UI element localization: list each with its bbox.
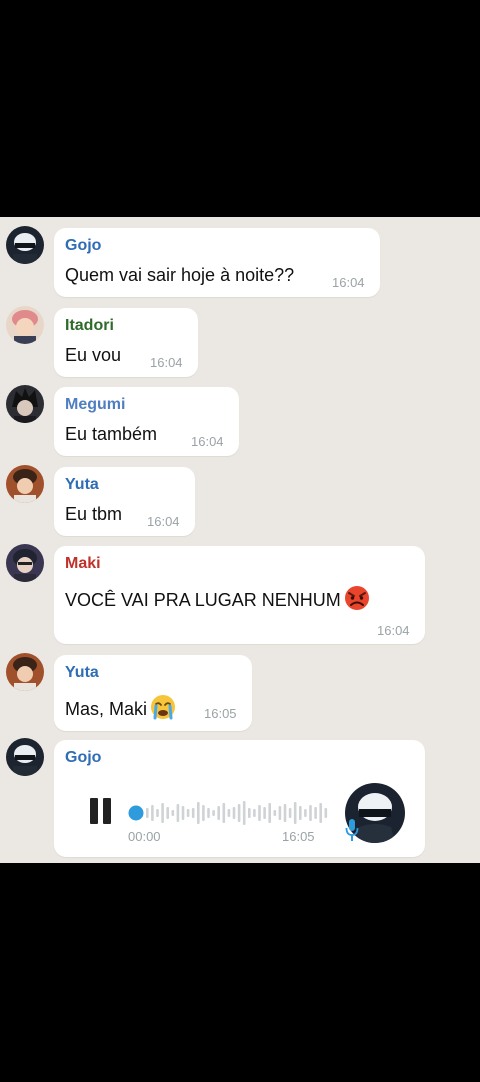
waveform-bar bbox=[268, 803, 271, 823]
microphone-icon bbox=[345, 818, 359, 847]
message-time: 16:04 bbox=[147, 514, 180, 529]
waveform-bar bbox=[171, 810, 175, 816]
message-bubble[interactable]: Maki VOCÊ VAI PRA LUGAR NENHUM 16:04 bbox=[54, 546, 425, 644]
message-bubble[interactable]: Itadori Eu vou 16:04 bbox=[54, 308, 198, 377]
waveform-bar bbox=[202, 805, 205, 821]
waveform-bar bbox=[288, 808, 292, 818]
message-text: Eu tbm bbox=[65, 504, 123, 524]
message-time: 16:05 bbox=[204, 706, 237, 721]
voice-message-bubble[interactable]: Gojo 00:00 16:05 bbox=[54, 740, 425, 857]
voice-time: 16:05 bbox=[282, 829, 315, 844]
avatar-megumi[interactable] bbox=[6, 385, 44, 423]
waveform-bar bbox=[309, 805, 312, 821]
pause-button[interactable] bbox=[90, 798, 112, 824]
sender-name: Yuta bbox=[65, 476, 99, 493]
waveform-bar bbox=[191, 808, 195, 818]
message-text: VOCÊ VAI PRA LUGAR NENHUM bbox=[65, 590, 341, 610]
voice-elapsed: 00:00 bbox=[128, 829, 161, 844]
waveform-bar bbox=[253, 809, 256, 817]
chat-area[interactable]: Gojo Quem vai sair hoje à noite?? 16:04 … bbox=[0, 217, 480, 863]
angry-face-icon bbox=[342, 585, 372, 616]
message-bubble[interactable]: Gojo Quem vai sair hoje à noite?? 16:04 bbox=[54, 228, 380, 297]
sender-name: Gojo bbox=[65, 237, 102, 254]
sender-name: Megumi bbox=[65, 396, 126, 413]
waveform-bar bbox=[151, 805, 154, 821]
message-text: Eu também bbox=[65, 424, 158, 444]
avatar-yuta[interactable] bbox=[6, 653, 44, 691]
avatar-gojo[interactable] bbox=[6, 738, 44, 776]
waveform-bar bbox=[314, 807, 317, 819]
waveform-bar bbox=[181, 806, 185, 820]
waveform-bar bbox=[222, 803, 226, 823]
waveform-bar bbox=[212, 810, 215, 816]
message-bubble[interactable]: Yuta Eu tbm 16:04 bbox=[54, 467, 195, 536]
message-time: 16:04 bbox=[332, 275, 365, 290]
waveform-bar bbox=[166, 807, 169, 819]
message-time: 16:04 bbox=[150, 355, 183, 370]
waveform-bar bbox=[197, 802, 200, 824]
waveform-bar bbox=[304, 809, 307, 817]
waveform-bar bbox=[207, 808, 210, 818]
avatar-itadori[interactable] bbox=[6, 306, 44, 344]
waveform-bar bbox=[319, 803, 322, 823]
avatar-yuta[interactable] bbox=[6, 465, 44, 503]
playback-position-dot[interactable] bbox=[128, 805, 144, 821]
waveform-bar bbox=[186, 809, 190, 817]
message-bubble[interactable]: Megumi Eu também 16:04 bbox=[54, 387, 239, 456]
waveform-bar bbox=[217, 806, 220, 820]
waveform-bar bbox=[258, 805, 261, 821]
waveform-bar bbox=[176, 804, 180, 822]
sender-name: Maki bbox=[65, 555, 101, 572]
waveform-bar bbox=[242, 801, 246, 825]
crying-face-icon bbox=[148, 694, 178, 725]
waveform-bar bbox=[283, 804, 287, 822]
waveform-bar bbox=[237, 804, 241, 822]
waveform-bar bbox=[248, 808, 251, 818]
waveform-bar bbox=[227, 809, 231, 817]
waveform-bar bbox=[324, 808, 328, 818]
waveform-bar bbox=[278, 806, 282, 820]
message-text-line: VOCÊ VAI PRA LUGAR NENHUM bbox=[65, 585, 372, 616]
message-text-line: Mas, Maki bbox=[65, 694, 178, 725]
sender-name: Itadori bbox=[65, 317, 114, 334]
avatar-maki[interactable] bbox=[6, 544, 44, 582]
sender-name: Gojo bbox=[65, 749, 102, 766]
message-text: Eu vou bbox=[65, 345, 122, 365]
waveform-bar bbox=[293, 802, 297, 824]
waveform-bar bbox=[299, 806, 302, 820]
waveform-bar bbox=[263, 807, 266, 819]
audio-waveform[interactable] bbox=[128, 798, 333, 828]
message-text: Mas, Maki bbox=[65, 699, 148, 719]
waveform-bar bbox=[232, 807, 236, 819]
waveform-bar bbox=[273, 810, 277, 816]
sender-name: Yuta bbox=[65, 664, 99, 681]
message-bubble[interactable]: Yuta Mas, Maki 16:05 bbox=[54, 655, 252, 731]
message-time: 16:04 bbox=[191, 434, 224, 449]
waveform-bar bbox=[156, 809, 159, 817]
waveform-bar bbox=[146, 808, 149, 818]
waveform-bar bbox=[161, 803, 164, 823]
message-text: Quem vai sair hoje à noite?? bbox=[65, 265, 295, 285]
avatar-gojo[interactable] bbox=[6, 226, 44, 264]
message-time: 16:04 bbox=[377, 623, 410, 638]
